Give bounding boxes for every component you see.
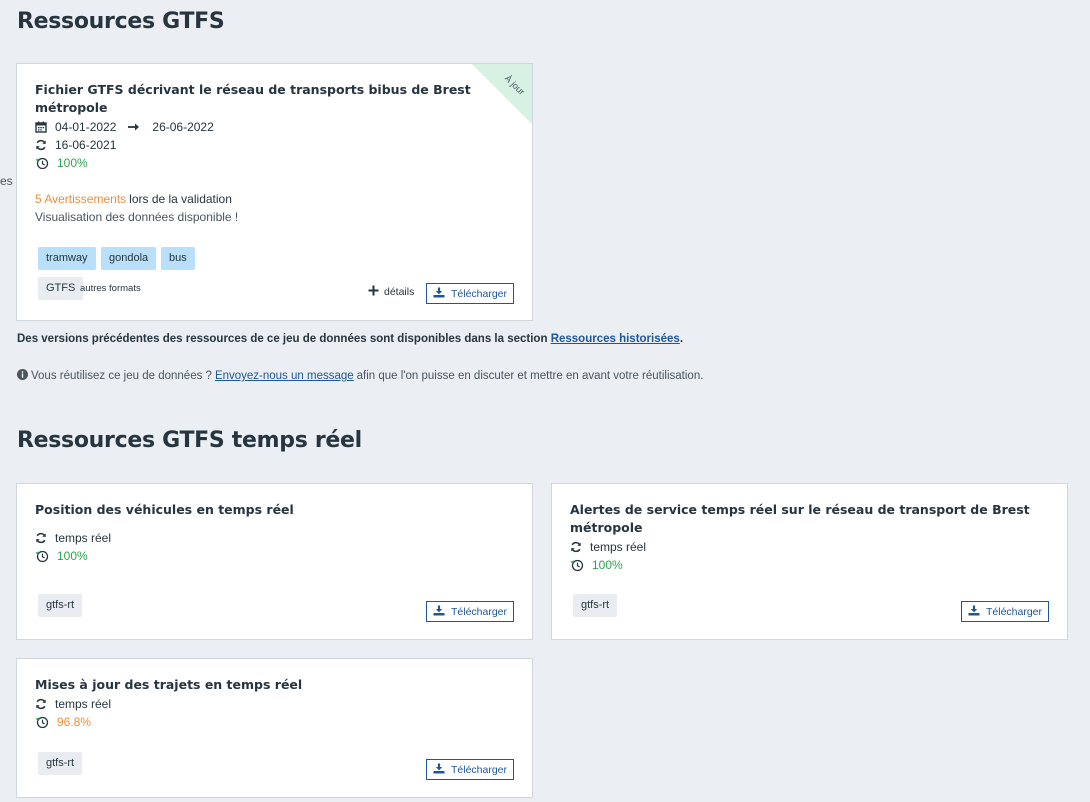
history-clock-icon: [570, 559, 584, 572]
format-badge: GTFS: [38, 277, 84, 300]
resource-title: Mises à jour des trajets en temps réel: [35, 677, 303, 692]
calendar-icon: [35, 121, 47, 133]
sync-icon: [35, 139, 47, 151]
info-icon: [17, 369, 28, 383]
availability-value: 100%: [57, 156, 88, 170]
clipped-sidebar-text: es: [0, 174, 13, 188]
download-label: Télécharger: [450, 287, 508, 300]
history-link[interactable]: Ressources historisées: [551, 333, 680, 345]
validity-period: 04-01-2022 26-06-2022: [35, 118, 214, 136]
section-title-gtfs: Ressources GTFS: [17, 9, 225, 34]
contact-link[interactable]: Envoyez-nous un message: [215, 370, 354, 382]
tag-mode-bus: bus: [161, 247, 195, 270]
start-date: 04-01-2022: [55, 120, 117, 134]
visualisation-note: Visualisation des données disponible !: [35, 210, 239, 224]
update-date: 16-06-2021: [55, 138, 117, 152]
download-button[interactable]: Télécharger: [961, 601, 1049, 622]
plus-icon: [368, 285, 379, 299]
download-button[interactable]: Télécharger: [426, 759, 514, 780]
section-title-gtfs-rt: Ressources GTFS temps réel: [17, 428, 362, 453]
update-frequency: temps réel: [570, 538, 646, 556]
sync-icon: [570, 541, 582, 553]
history-clock-icon: [35, 157, 49, 170]
history-note: Des versions précédentes des ressources …: [17, 333, 684, 345]
download-icon: [968, 605, 980, 619]
availability-row: 100%: [570, 556, 623, 574]
end-date: 26-06-2022: [152, 120, 214, 134]
arrow-right-icon: [128, 122, 140, 132]
availability-value: 100%: [592, 558, 623, 572]
history-clock-icon: [35, 716, 49, 729]
details-button[interactable]: détails: [368, 285, 414, 299]
warnings-suffix: lors de la validation: [129, 192, 232, 206]
download-button[interactable]: Télécharger: [426, 283, 514, 304]
up-to-date-ribbon: À jour: [472, 64, 532, 124]
availability-value: 100%: [57, 549, 88, 563]
resource-card-rt-vehicle-positions: Position des véhicules en temps réel tem…: [16, 483, 533, 640]
history-clock-icon: [35, 550, 49, 563]
download-button[interactable]: Télécharger: [426, 601, 514, 622]
availability-row: 96.8%: [35, 713, 91, 731]
update-frequency: temps réel: [35, 695, 111, 713]
format-badge: gtfs-rt: [573, 594, 618, 617]
resource-title: Fichier GTFS décrivant le réseau de tran…: [35, 82, 471, 115]
validation-warnings: 5 Avertissements lors de la validation: [35, 190, 232, 208]
tag-mode-tramway: tramway: [38, 247, 96, 270]
resource-title: Position des véhicules en temps réel: [35, 502, 294, 517]
format-badge: gtfs-rt: [38, 594, 83, 617]
availability-row: 100%: [35, 547, 88, 565]
resource-card-rt-service-alerts: Alertes de service temps réel sur le rés…: [551, 483, 1068, 640]
resource-card-gtfs: À jour Fichier GTFS décrivant le réseau …: [16, 63, 533, 321]
details-label: détails: [384, 286, 415, 298]
sync-icon: [35, 532, 47, 544]
resource-title: Alertes de service temps réel sur le rés…: [570, 502, 1030, 535]
tag-mode-gondola: gondola: [101, 247, 157, 270]
availability-row: 100%: [35, 154, 88, 172]
sync-icon: [35, 698, 47, 710]
download-icon: [433, 763, 445, 777]
availability-value: 96.8%: [57, 715, 92, 729]
reuse-note: Vous réutilisez ce jeu de données ? Envo…: [17, 369, 703, 383]
warnings-link[interactable]: 5 Avertissements: [35, 190, 126, 208]
ribbon-label: À jour: [503, 73, 528, 97]
download-icon: [433, 287, 445, 301]
resource-card-rt-trip-updates: Mises à jour des trajets en temps réel t…: [16, 658, 533, 798]
download-icon: [433, 605, 445, 619]
update-frequency: temps réel: [35, 529, 111, 547]
last-update: 16-06-2021: [35, 136, 116, 154]
format-badge: gtfs-rt: [38, 752, 83, 775]
other-formats-link[interactable]: autres formats: [80, 283, 141, 294]
